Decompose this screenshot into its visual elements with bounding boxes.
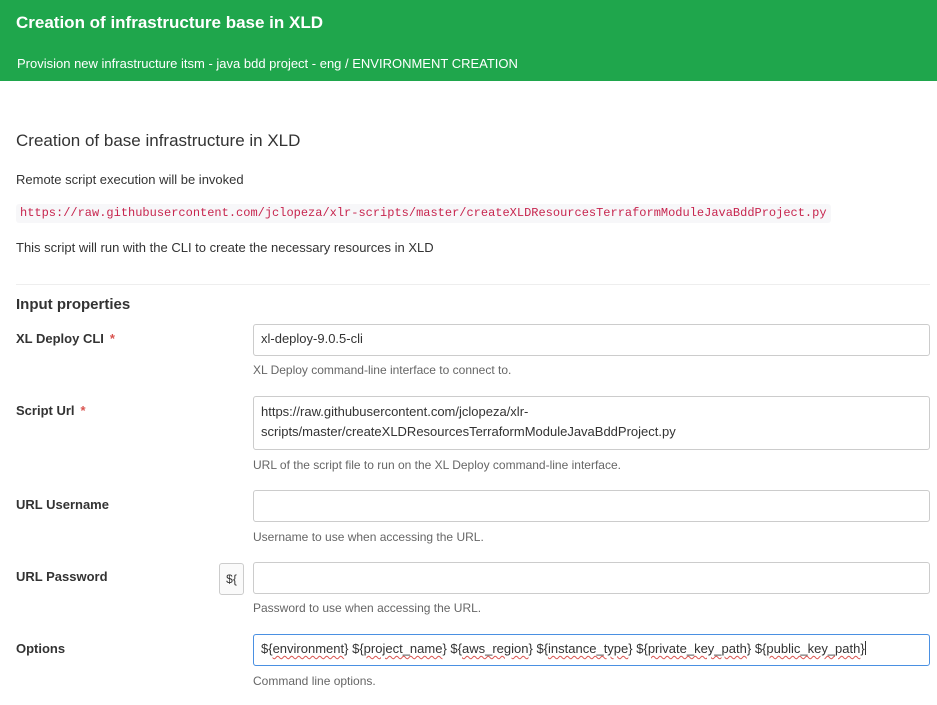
xl-deploy-cli-field[interactable]: xl-deploy-9.0.5-cli xyxy=(253,324,930,356)
option-token-prefix: ${ xyxy=(636,641,648,656)
script-url-label-text: Script Url xyxy=(16,403,75,418)
option-token-word: instance_type xyxy=(548,641,629,656)
section-divider xyxy=(16,284,930,285)
option-token-prefix: ${ xyxy=(352,641,364,656)
options-label: Options xyxy=(16,641,66,656)
option-token-prefix: ${ xyxy=(754,641,767,656)
option-token-suffix: } xyxy=(746,641,755,656)
required-marker: * xyxy=(109,331,115,346)
url-username-help: Username to use when accessing the URL. xyxy=(253,530,484,544)
script-url-code: https://raw.githubusercontent.com/jclope… xyxy=(16,204,831,223)
header-breadcrumb: Provision new infrastructure itsm - java… xyxy=(17,56,518,71)
task-header: Creation of infrastructure base in XLD P… xyxy=(0,0,937,81)
url-password-help: Password to use when accessing the URL. xyxy=(253,601,482,615)
option-token-word: public_key_path xyxy=(766,641,861,656)
variable-toggle-label: ${ xyxy=(226,572,237,586)
script-url-field[interactable]: https://raw.githubusercontent.com/jclope… xyxy=(253,396,930,450)
header-title: Creation of infrastructure base in XLD xyxy=(16,13,323,32)
url-password-field[interactable] xyxy=(253,562,930,594)
task-description-line1: Remote script execution will be invoked xyxy=(16,172,244,187)
text-cursor xyxy=(864,641,866,655)
xl-deploy-cli-value: xl-deploy-9.0.5-cli xyxy=(261,331,363,346)
task-description-line3: This script will run with the CLI to cre… xyxy=(16,240,434,255)
xl-deploy-cli-label: XL Deploy CLI * xyxy=(16,331,115,346)
required-marker: * xyxy=(80,403,86,418)
script-url-value-line2: scripts/master/createXLDResourcesTerrafo… xyxy=(261,424,676,439)
option-token-word: aws_region xyxy=(462,641,529,656)
options-help: Command line options. xyxy=(253,674,376,688)
option-token-prefix: ${ xyxy=(261,641,273,656)
script-url-help: URL of the script file to run on the XL … xyxy=(253,458,621,472)
task-title: Creation of base infrastructure in XLD xyxy=(16,131,301,150)
script-url-label: Script Url * xyxy=(16,403,86,418)
xl-deploy-cli-help: XL Deploy command-line interface to conn… xyxy=(253,363,512,377)
xl-deploy-cli-label-text: XL Deploy CLI xyxy=(16,331,104,346)
option-token-prefix: ${ xyxy=(536,641,549,656)
options-value: ${environment} ${project_name} ${aws_reg… xyxy=(261,641,865,656)
url-username-label: URL Username xyxy=(16,497,109,512)
url-username-field[interactable] xyxy=(253,490,930,522)
option-token-word: environment xyxy=(272,641,345,656)
url-password-label: URL Password xyxy=(16,569,108,584)
option-token-prefix: ${ xyxy=(450,641,462,656)
option-token-word: private_key_path xyxy=(647,641,747,656)
script-url-value-line1: https://raw.githubusercontent.com/jclope… xyxy=(261,404,529,419)
variable-toggle-button[interactable]: ${ xyxy=(219,563,244,595)
options-field[interactable]: ${environment} ${project_name} ${aws_reg… xyxy=(253,634,930,666)
option-token-suffix: } xyxy=(344,641,353,656)
option-token-word: project_name xyxy=(363,641,443,656)
input-properties-heading: Input properties xyxy=(16,296,131,313)
